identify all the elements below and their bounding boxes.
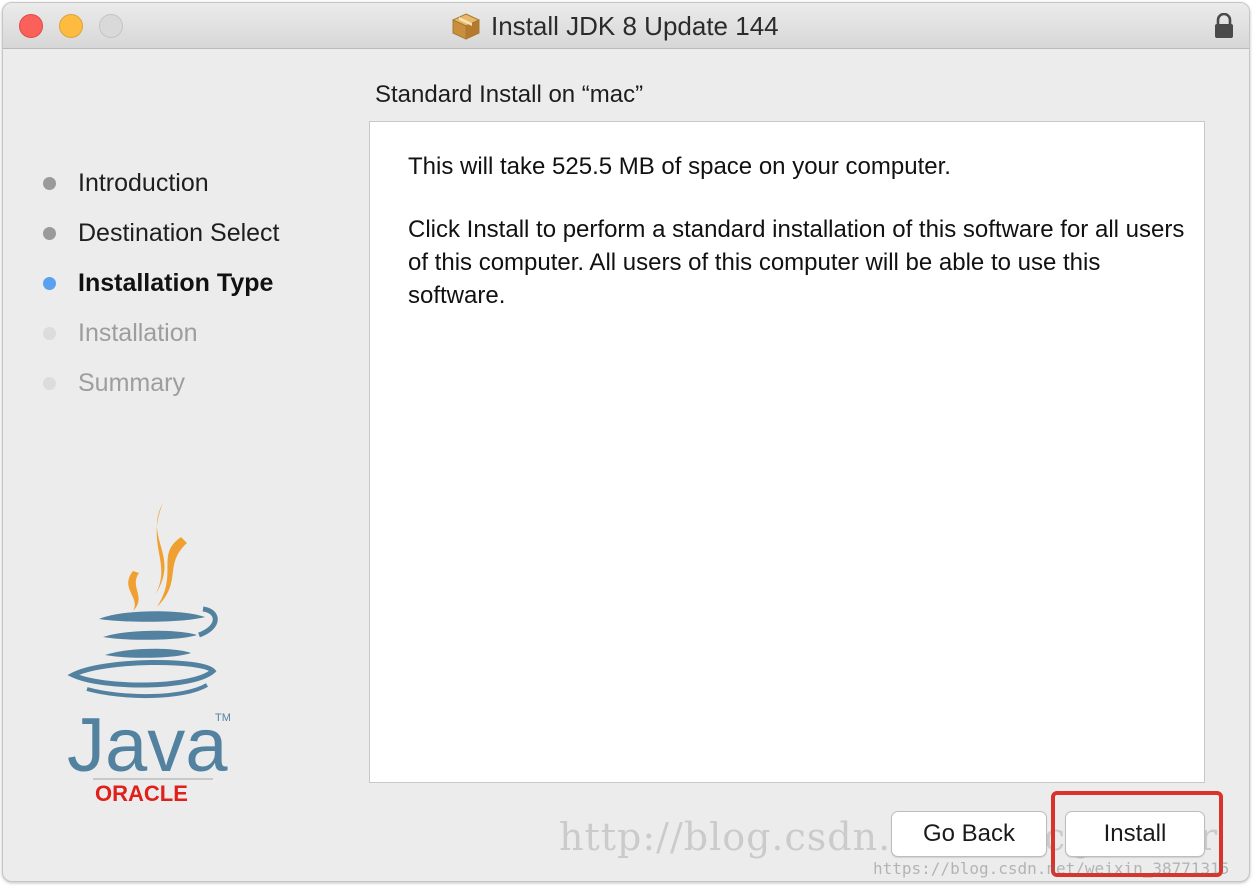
java-logo: Java TM ORACLE: [67, 503, 231, 806]
step-status-dot: [43, 376, 56, 390]
step-introduction: Introduction: [43, 165, 209, 201]
install-subtitle: Standard Install on “mac”: [375, 81, 644, 108]
installer-window: Install JDK 8 Update 144 Introduction De…: [2, 2, 1250, 882]
window-title: Install JDK 8 Update 144: [491, 10, 779, 41]
step-summary: Summary: [43, 365, 185, 401]
title-bar[interactable]: Install JDK 8 Update 144: [3, 3, 1249, 49]
lock-icon: [1215, 13, 1233, 38]
step-label: Installation Type: [78, 268, 274, 297]
content-panel: This will take 525.5 MB of space on your…: [369, 121, 1205, 783]
step-destination-select: Destination Select: [43, 215, 280, 251]
minimize-window-button[interactable]: [59, 14, 83, 38]
oracle-wordmark: ORACLE: [95, 781, 188, 806]
trademark-symbol: TM: [215, 712, 231, 724]
watermark-url: https://blog.csdn.net/weixin_38771315: [873, 859, 1230, 878]
step-label: Destination Select: [78, 218, 280, 247]
install-description-text: Click Install to perform a standard inst…: [408, 216, 1185, 309]
step-status-dot: [43, 276, 56, 290]
step-label: Installation: [78, 318, 198, 347]
zoom-window-button: [99, 14, 123, 38]
close-window-button[interactable]: [19, 14, 43, 38]
step-installation: Installation: [43, 315, 198, 351]
step-status-dot: [43, 226, 56, 240]
step-status-dot: [43, 326, 56, 340]
package-icon: [451, 13, 481, 40]
go-back-button[interactable]: Go Back: [891, 811, 1047, 857]
step-installation-type: Installation Type: [43, 265, 273, 301]
window-title-group: Install JDK 8 Update 144: [451, 11, 779, 41]
java-wordmark: Java: [67, 703, 228, 788]
space-required-text: This will take 525.5 MB of space on your…: [408, 153, 951, 180]
steps-sidebar: Introduction Destination Select Installa…: [3, 49, 363, 881]
step-status-dot: [43, 176, 56, 190]
step-label: Introduction: [78, 168, 209, 197]
step-label: Summary: [78, 368, 185, 397]
